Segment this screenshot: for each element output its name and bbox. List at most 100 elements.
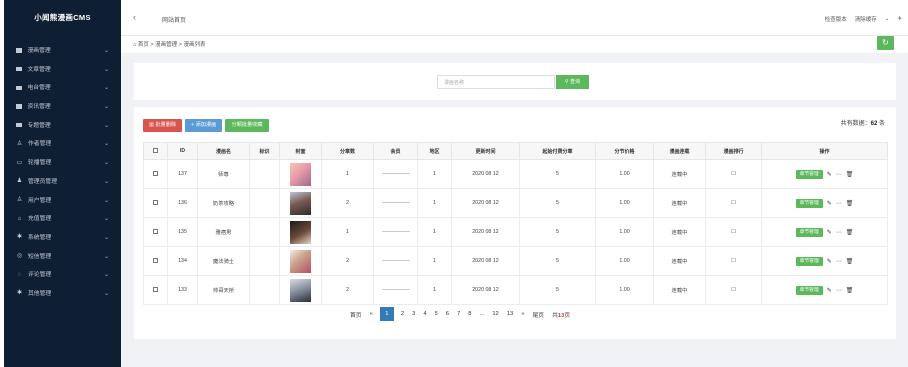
- page-number[interactable]: 5: [435, 311, 438, 317]
- chapter-manage-button[interactable]: 章节管理: [795, 198, 823, 208]
- more-icon[interactable]: ⋯: [836, 200, 842, 207]
- breadcrumb: ⌂ 首页 > 漫画管理 > 漫画列表: [133, 40, 205, 48]
- sidebar-item-system[interactable]: ✱ 系统管理 ⌄: [4, 229, 121, 248]
- edit-icon[interactable]: ✎: [827, 287, 832, 294]
- header-vip: 会员: [373, 142, 418, 160]
- more-icon[interactable]: ⋯: [836, 229, 842, 236]
- cover-image: [290, 162, 311, 186]
- page-ellipsis: ...: [479, 311, 485, 317]
- chapter-manage-button[interactable]: 章节管理: [795, 256, 823, 266]
- checkbox[interactable]: [153, 286, 158, 292]
- page-first[interactable]: 首页: [350, 310, 362, 319]
- cell-price: 1.00: [595, 217, 654, 247]
- add-comic-button[interactable]: + 添加漫画: [185, 119, 223, 132]
- sidebar-item-sms[interactable]: ◎ 短信管理 ⌄: [4, 248, 121, 267]
- page-number[interactable]: 2: [401, 311, 404, 317]
- chevron-down-icon: ⌄: [103, 290, 109, 297]
- sidebar-item-article[interactable]: 文章管理 ⌄: [4, 61, 121, 80]
- page-last[interactable]: 尾页: [532, 310, 544, 319]
- chevron-down-icon[interactable]: ⌄: [885, 16, 890, 22]
- check-version-link[interactable]: 检查版本: [825, 15, 847, 23]
- checkbox[interactable]: [153, 228, 158, 234]
- chapter-manage-button[interactable]: 章节管理: [795, 227, 823, 237]
- sidebar-item-news[interactable]: 资讯管理 ⌄: [4, 98, 121, 117]
- sidebar-item-other[interactable]: ✱ 其他管理 ⌄: [4, 285, 121, 304]
- sidebar-item-comic[interactable]: 漫画管理 ⌄: [4, 42, 121, 61]
- page-number[interactable]: 6: [446, 311, 449, 317]
- page-number[interactable]: 12: [492, 311, 498, 317]
- delete-icon[interactable]: 🗑: [846, 258, 854, 265]
- sidebar-item-user[interactable]: ♙ 用户管理 ⌄: [4, 192, 121, 211]
- chevron-left-icon[interactable]: ‹: [133, 12, 136, 22]
- edit-icon[interactable]: ✎: [827, 171, 832, 178]
- page-current[interactable]: 1: [379, 307, 394, 321]
- page-number[interactable]: 3: [412, 311, 415, 317]
- checkbox[interactable]: [153, 257, 158, 263]
- cell-updated: 2020 08 12: [451, 246, 520, 276]
- page-number[interactable]: 4: [423, 311, 426, 317]
- tab-home[interactable]: 网站首页: [162, 15, 186, 24]
- checkbox[interactable]: [153, 147, 158, 153]
- cell-cover: [279, 275, 322, 305]
- breadcrumb-section[interactable]: 漫画管理: [155, 42, 177, 48]
- row-checkbox[interactable]: [143, 275, 168, 305]
- breadcrumb-home[interactable]: 首页: [138, 42, 149, 48]
- chapter-manage-button[interactable]: 章节管理: [795, 285, 823, 295]
- delete-icon[interactable]: 🗑: [846, 287, 854, 294]
- checkbox[interactable]: [153, 170, 158, 176]
- more-icon[interactable]: ⋯: [836, 287, 842, 294]
- table-row: 136 奶茶攻略 2 1 2020 08 12 5 1.00 连载中 ☐ 章节管理 ✎ ⋯ 🗑: [143, 188, 888, 218]
- row-checkbox[interactable]: [143, 188, 168, 218]
- pagination: 首页 « 1 2 3 4 5 6 7 8... 12 13 » 尾页 共13页: [346, 307, 574, 321]
- more-icon[interactable]: ⋯: [836, 171, 842, 178]
- plus-icon: +: [191, 122, 195, 128]
- edit-icon[interactable]: ✎: [827, 229, 832, 236]
- user-menu-icon[interactable]: ✈: [897, 16, 902, 22]
- more-icon[interactable]: ⋯: [836, 258, 842, 265]
- admin-icon: ♟: [16, 178, 23, 185]
- edit-icon[interactable]: ✎: [827, 258, 832, 265]
- page-number[interactable]: 7: [457, 311, 460, 317]
- sidebar-item-label: 短信管理: [28, 253, 52, 260]
- sidebar-item-recharge[interactable]: ⌂ 充值管理 ⌄: [4, 210, 121, 229]
- brand-title: 小闻熊漫画CMS: [34, 13, 91, 22]
- sidebar-item-author[interactable]: ♙ 作者管理 ⌄: [4, 135, 121, 154]
- batch-delete-button[interactable]: ▥ 批量删除: [143, 119, 183, 132]
- search-input[interactable]: 漫画名称: [437, 75, 555, 89]
- row-checkbox[interactable]: [143, 159, 168, 189]
- delete-icon[interactable]: 🗑: [846, 229, 854, 236]
- cell-cover: [279, 246, 322, 276]
- delete-icon[interactable]: 🗑: [846, 200, 854, 207]
- sidebar-item-carousel[interactable]: ▭ 轮播管理 ⌄: [4, 154, 121, 173]
- batch-collect-label: 分類批量收藏: [231, 122, 263, 128]
- sidebar-item-admin[interactable]: ♟ 管理员管理 ⌄: [4, 173, 121, 192]
- cell-chapters: 2: [321, 188, 374, 218]
- message-icon: ◎: [16, 253, 23, 260]
- sidebar-item-topic[interactable]: 专题管理 ⌄: [4, 117, 121, 136]
- edit-icon[interactable]: ✎: [827, 200, 832, 207]
- sidebar-item-comment[interactable]: ◌ 评论管理 ⌄: [4, 266, 121, 285]
- chapter-manage-button[interactable]: 章节管理: [795, 169, 823, 179]
- page-prev[interactable]: «: [370, 311, 373, 317]
- batch-collect-button[interactable]: 分類批量收藏: [225, 119, 269, 132]
- chevron-down-icon: ⌄: [103, 197, 109, 204]
- cell-chapters: 1: [321, 217, 374, 247]
- page-number[interactable]: 8: [468, 311, 471, 317]
- total-unit: 条: [878, 121, 885, 127]
- total-count: 共有数据：62 条: [841, 118, 885, 127]
- chevron-down-icon: ⌄: [103, 272, 109, 279]
- table-row: 135 雅痞男 1 1 2020 08 12 5 1.00 连载中 ☐ 章节管理 ✎ ⋯ 🗑: [143, 217, 888, 247]
- sidebar-item-label: 充值管理: [28, 216, 52, 223]
- search-button[interactable]: ⚲ 查询: [556, 75, 589, 89]
- page-total: 共13页: [552, 310, 570, 319]
- header-select-all[interactable]: [143, 142, 168, 160]
- clear-cache-link[interactable]: 清除缓存: [855, 15, 877, 23]
- row-checkbox[interactable]: [143, 217, 168, 247]
- row-checkbox[interactable]: [143, 246, 168, 276]
- page-next[interactable]: »: [521, 311, 524, 317]
- sidebar-item-radio[interactable]: 电台管理 ⌄: [4, 79, 121, 98]
- delete-icon[interactable]: 🗑: [846, 171, 854, 178]
- page-number[interactable]: 13: [507, 311, 513, 317]
- checkbox[interactable]: [153, 199, 158, 205]
- refresh-button[interactable]: ↻: [877, 36, 894, 50]
